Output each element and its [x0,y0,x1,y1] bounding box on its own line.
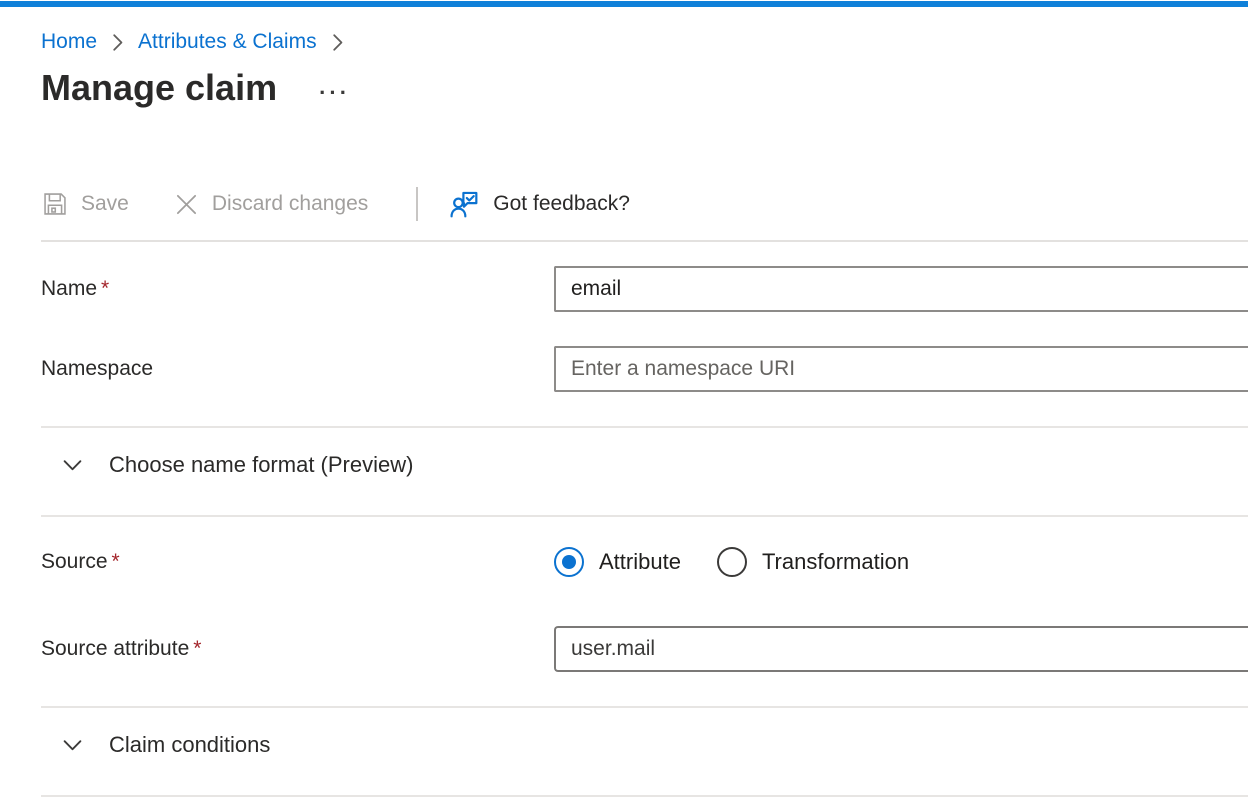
got-feedback-button[interactable]: Got feedback? [448,188,630,221]
section-label: Claim conditions [109,732,270,758]
close-icon [173,191,200,218]
chevron-down-icon [61,734,84,757]
radio-transformation-label: Transformation [762,549,909,575]
save-label: Save [81,192,129,216]
chevron-right-icon [110,32,125,53]
feedback-label: Got feedback? [493,192,630,216]
radio-transformation[interactable]: Transformation [717,547,909,577]
breadcrumb-link-home[interactable]: Home [41,30,97,54]
chevron-down-icon [61,454,84,477]
radio-selected-icon [554,547,584,577]
save-icon [41,190,69,218]
source-attribute-input[interactable] [554,626,1248,672]
name-field-row: Name* [41,266,1248,312]
save-button[interactable]: Save [41,190,129,218]
title-row: Manage claim ··· [41,67,1248,109]
source-attribute-label: Source attribute* [41,637,554,661]
breadcrumb: Home Attributes & Claims [41,30,1248,54]
content-divider [41,515,1248,517]
toolbar-separator [416,187,418,221]
name-input[interactable] [554,266,1248,312]
required-asterisk: * [112,550,120,573]
source-attribute-field-row: Source attribute* [41,626,1248,672]
source-radio-group: Attribute Transformation [554,547,1248,577]
section-claim-conditions[interactable]: Claim conditions [41,708,1248,782]
discard-label: Discard changes [212,192,368,216]
manage-claim-page: Home Attributes & Claims Manage claim ··… [0,30,1248,797]
section-choose-name-format[interactable]: Choose name format (Preview) [41,428,1248,502]
feedback-icon [448,188,481,221]
page-title: Manage claim [41,67,277,109]
top-accent-bar [0,1,1248,7]
namespace-input[interactable] [554,346,1248,392]
breadcrumb-link-attributes-claims[interactable]: Attributes & Claims [138,30,317,54]
command-bar: Save Discard changes Got feedback? [41,181,1248,227]
discard-changes-button[interactable]: Discard changes [173,191,368,218]
source-label: Source* [41,550,554,574]
chevron-right-icon [330,32,345,53]
namespace-label: Namespace [41,357,554,381]
content-divider [41,795,1248,797]
section-label: Choose name format (Preview) [109,452,413,478]
name-label: Name* [41,277,554,301]
content-divider [41,240,1248,242]
namespace-field-row: Namespace [41,346,1248,392]
source-field-row: Source* Attribute Transformation [41,547,1248,577]
required-asterisk: * [101,277,109,300]
radio-attribute-label: Attribute [599,549,681,575]
required-asterisk: * [193,637,201,660]
radio-unselected-icon [717,547,747,577]
more-icon[interactable]: ··· [319,82,350,104]
radio-attribute[interactable]: Attribute [554,547,681,577]
